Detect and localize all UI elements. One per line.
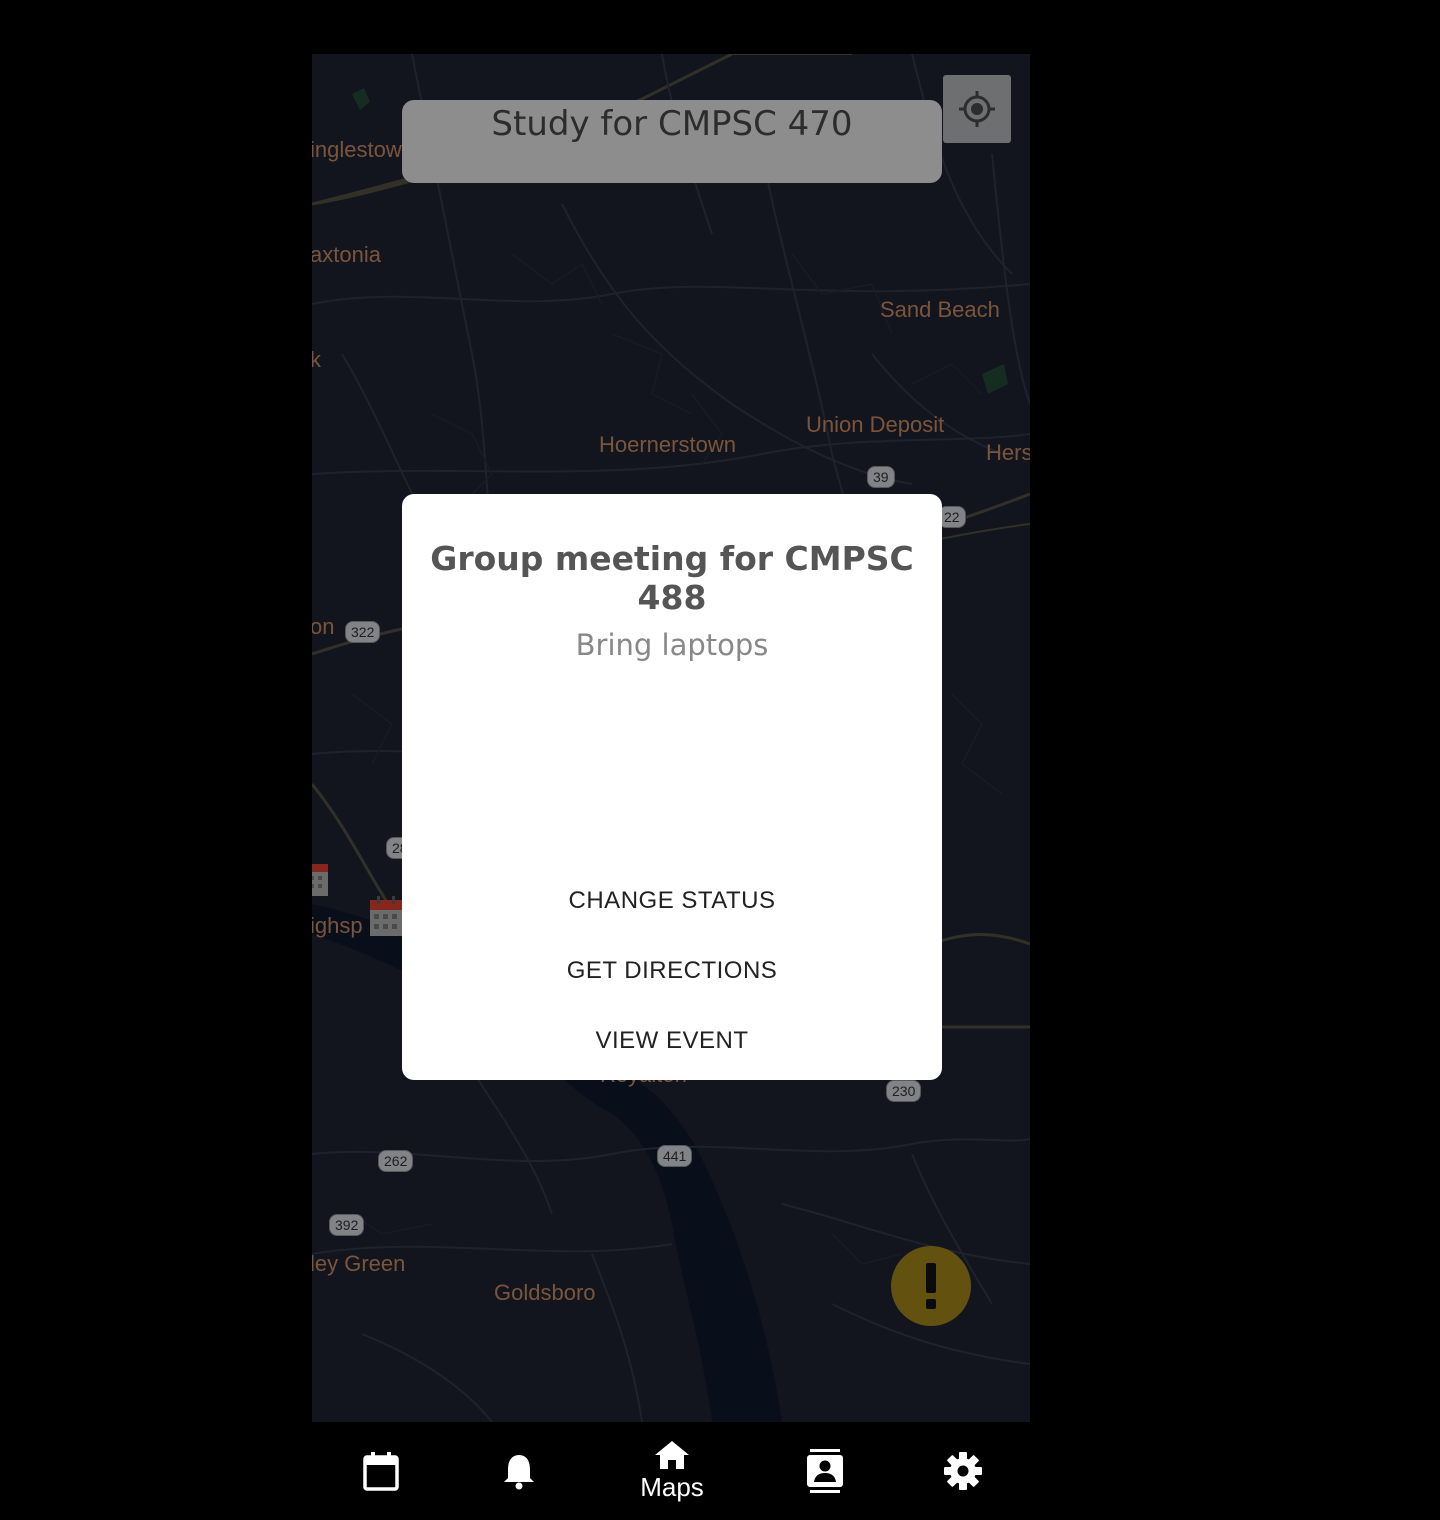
nav-contacts[interactable] — [794, 1422, 856, 1520]
nav-maps-label: Maps — [640, 1471, 704, 1502]
map-screen: inglestow axtonia k Sand Beach Union Dep… — [312, 54, 1030, 1422]
get-directions-button[interactable]: GET DIRECTIONS — [402, 946, 942, 996]
event-dialog: Group meeting for CMPSC 488 Bring laptop… — [402, 494, 942, 1080]
nav-settings[interactable] — [932, 1422, 994, 1520]
change-status-button[interactable]: CHANGE STATUS — [402, 876, 942, 926]
contacts-icon — [807, 1449, 843, 1493]
event-search-text: Study for CMPSC 470 — [491, 104, 853, 144]
home-icon — [655, 1440, 689, 1469]
dialog-title: Group meeting for CMPSC 488 — [430, 539, 914, 617]
view-event-button[interactable]: VIEW EVENT — [402, 1016, 942, 1066]
bottom-navigation: Maps — [312, 1422, 1030, 1520]
nav-maps[interactable]: Maps — [622, 1422, 722, 1520]
calendar-icon — [363, 1452, 399, 1491]
event-search-bar[interactable]: Study for CMPSC 470 — [402, 100, 942, 183]
nav-notifications[interactable] — [488, 1422, 550, 1520]
crosshair-icon — [959, 91, 995, 127]
my-location-button[interactable] — [943, 75, 1011, 143]
nav-calendar[interactable] — [350, 1422, 412, 1520]
dialog-description: Bring laptops — [575, 628, 769, 662]
gear-icon — [944, 1452, 982, 1490]
bell-icon — [504, 1455, 534, 1490]
